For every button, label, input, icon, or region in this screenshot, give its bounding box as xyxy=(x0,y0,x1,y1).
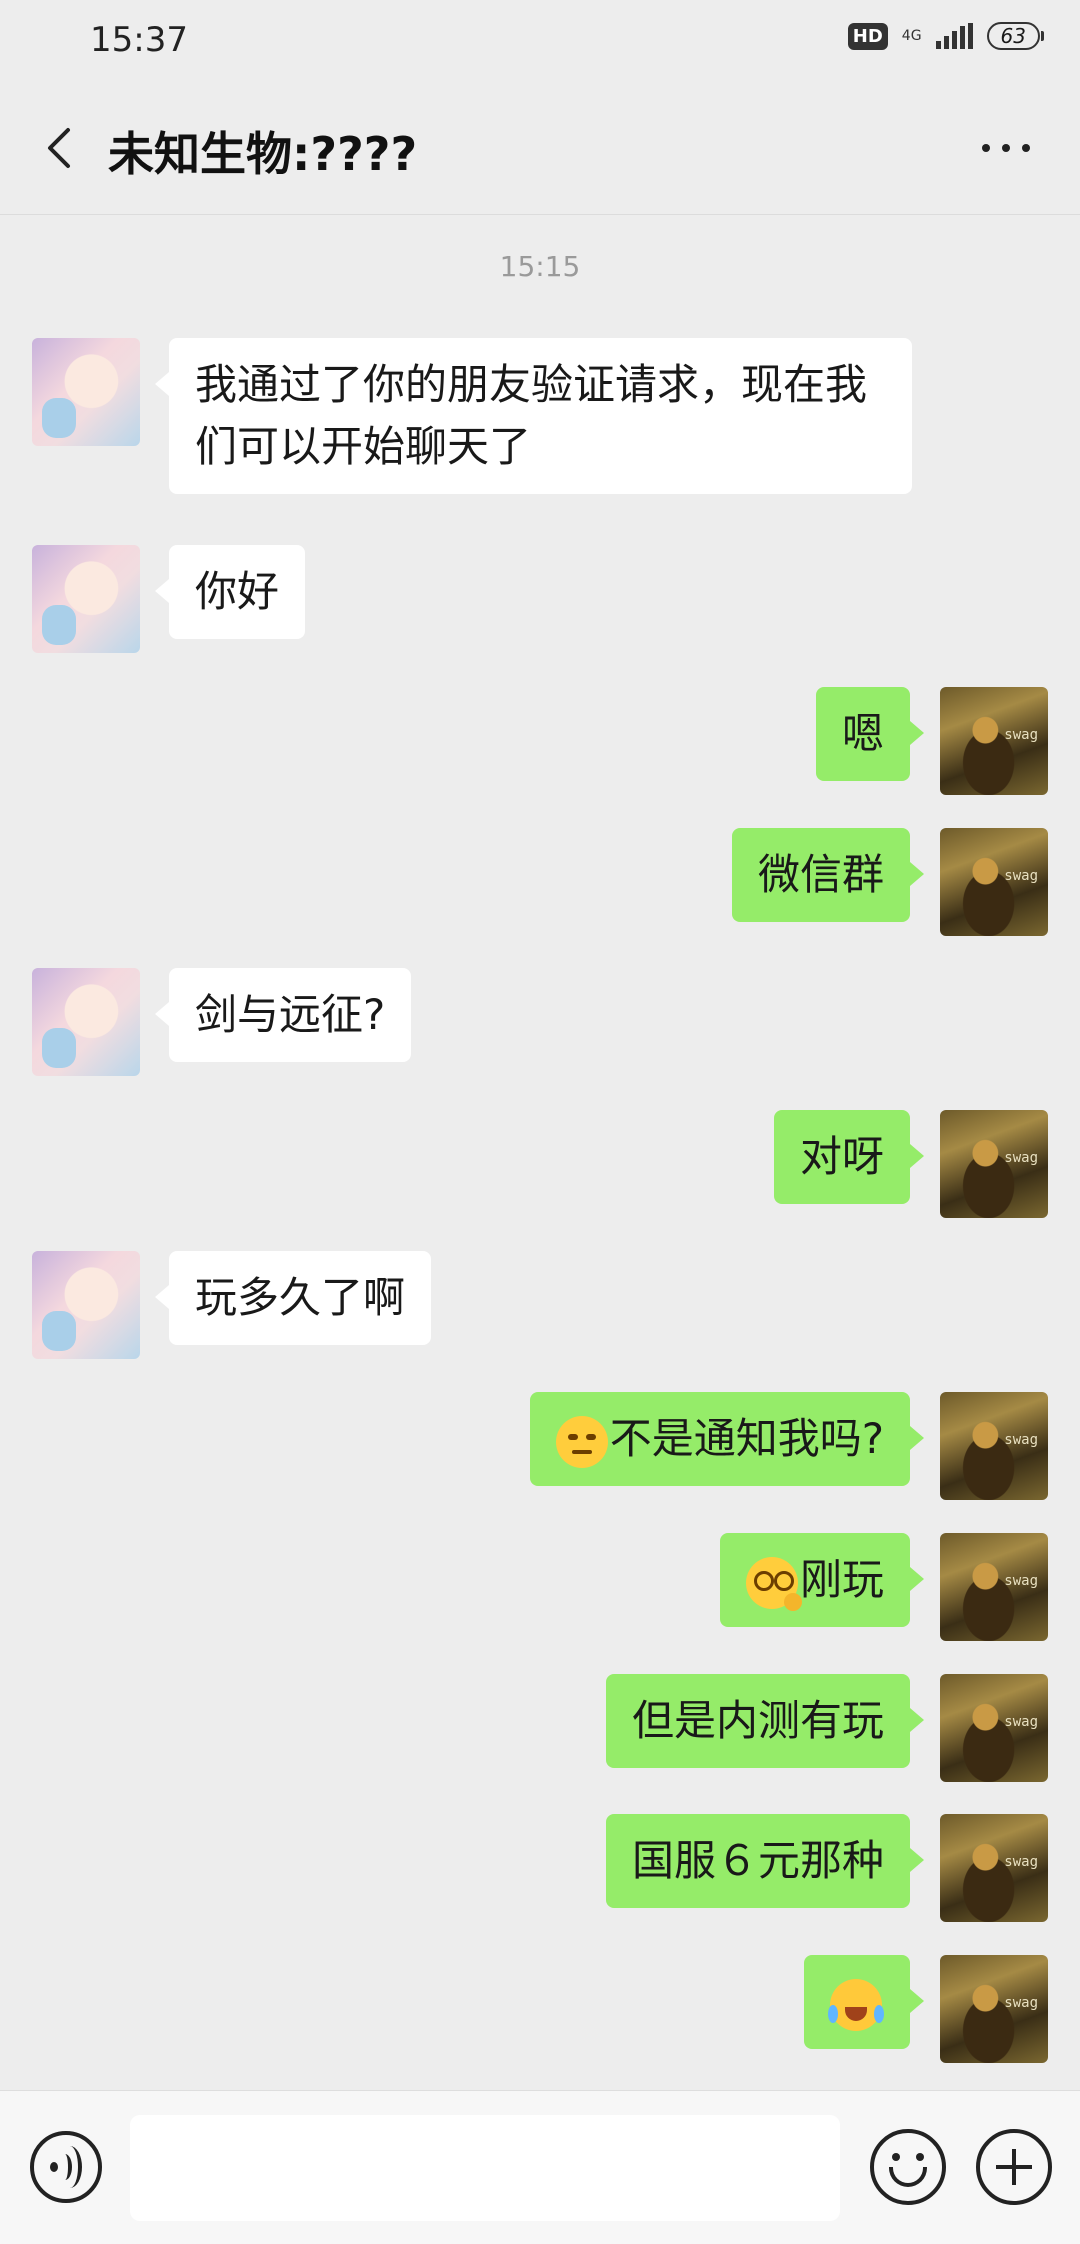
message-text: 不是通知我吗? xyxy=(609,1414,884,1463)
avatar-watermark: swag xyxy=(1004,1432,1038,1448)
chat-header: 未知生物:???? xyxy=(0,84,1080,215)
my-avatar[interactable]: swag xyxy=(940,828,1048,936)
status-icons: HD 4G 63 xyxy=(847,22,1045,50)
outgoing-message[interactable]: 不是通知我吗? xyxy=(529,1392,925,1486)
outgoing-message[interactable]: 嗯 xyxy=(815,687,925,781)
incoming-message[interactable]: 你好 xyxy=(154,545,306,639)
contact-avatar[interactable] xyxy=(32,968,140,1076)
outgoing-message[interactable]: 对呀 xyxy=(773,1110,925,1204)
smirk-emoji-icon xyxy=(555,1415,608,1468)
message-list[interactable]: 15:15 我通过了你的朋友验证请求，现在我们可以开始聊天了 你好 swag 嗯… xyxy=(0,214,1080,2090)
my-avatar[interactable]: swag xyxy=(940,1392,1048,1500)
plus-icon[interactable] xyxy=(976,2129,1052,2205)
chat-title: 未知生物:???? xyxy=(108,127,418,181)
outgoing-message[interactable]: 但是内测有玩 xyxy=(605,1674,925,1768)
chevron-left-icon[interactable] xyxy=(36,124,84,172)
message-text: 刚玩 xyxy=(799,1555,884,1604)
contact-avatar[interactable] xyxy=(32,338,140,446)
network-indicator: 4G xyxy=(902,29,922,43)
dizzy-face-emoji-icon xyxy=(745,1556,802,1611)
network-label: 4G xyxy=(901,28,922,44)
more-dots-icon[interactable] xyxy=(982,144,1030,152)
laugh-cry-emoji-icon xyxy=(828,1978,884,2031)
incoming-message[interactable]: 我通过了你的朋友验证请求，现在我们可以开始聊天了 xyxy=(155,338,912,494)
hd-badge: HD xyxy=(847,22,888,50)
incoming-message[interactable]: 玩多久了啊 xyxy=(154,1251,432,1345)
avatar-watermark: swag xyxy=(1004,727,1038,743)
voice-icon[interactable] xyxy=(30,2131,102,2203)
avatar-watermark: swag xyxy=(1004,1573,1038,1589)
status-bar: 15:37 HD 4G 63 xyxy=(0,0,1080,84)
my-avatar[interactable]: swag xyxy=(940,1110,1048,1218)
emoji-icon[interactable] xyxy=(870,2129,946,2205)
chat-screen: 15:37 HD 4G 63 未知生物:???? 15:15 我通过了你的朋友验… xyxy=(0,0,1080,2244)
avatar-watermark: swag xyxy=(1004,1995,1038,2011)
my-avatar[interactable]: swag xyxy=(940,1814,1048,1922)
signal-icon xyxy=(935,23,973,49)
incoming-message[interactable]: 剑与远征? xyxy=(154,968,412,1062)
message-input[interactable] xyxy=(130,2115,840,2221)
my-avatar[interactable]: swag xyxy=(940,687,1048,795)
outgoing-message[interactable]: 国服６元那种 xyxy=(605,1814,925,1908)
my-avatar[interactable]: swag xyxy=(940,1533,1048,1641)
outgoing-message[interactable]: 微信群 xyxy=(731,828,925,922)
outgoing-message[interactable]: 刚玩 xyxy=(719,1533,925,1627)
battery-icon: 63 xyxy=(986,22,1045,50)
my-avatar[interactable]: swag xyxy=(940,1674,1048,1782)
contact-avatar[interactable] xyxy=(32,1251,140,1359)
contact-avatar[interactable] xyxy=(32,545,140,653)
outgoing-message[interactable] xyxy=(804,1955,924,2049)
avatar-watermark: swag xyxy=(1004,1150,1038,1166)
avatar-watermark: swag xyxy=(1004,1854,1038,1870)
avatar-watermark: swag xyxy=(1004,868,1038,884)
status-time: 15:37 xyxy=(90,20,188,60)
avatar-watermark: swag xyxy=(1004,1714,1038,1730)
input-bar xyxy=(0,2090,1080,2244)
my-avatar[interactable]: swag xyxy=(940,1955,1048,2063)
message-timestamp: 15:15 xyxy=(499,250,581,283)
